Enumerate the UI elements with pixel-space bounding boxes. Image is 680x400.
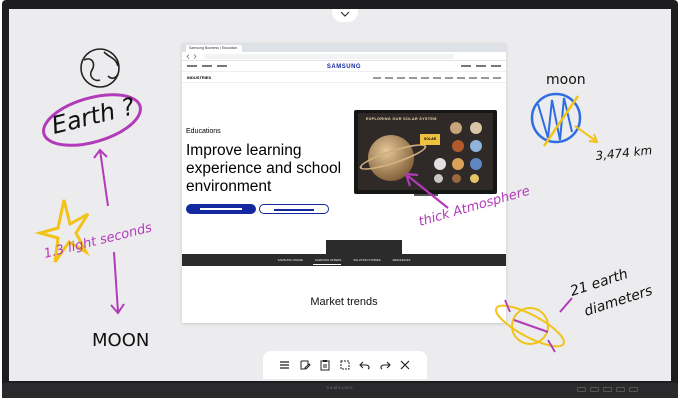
close-button[interactable] xyxy=(399,359,412,372)
band-link[interactable]: SOLUTION STORIES xyxy=(353,258,380,262)
solar-system-screen: EXPLORING OUR SOLAR SYSTEM SOLAR xyxy=(358,113,493,190)
industries-subnav: INDUSTRIES xyxy=(182,72,506,83)
url-field[interactable] xyxy=(204,54,454,59)
band-link[interactable]: RESOURCES xyxy=(393,258,411,262)
select-icon xyxy=(340,360,350,370)
pen-toolbar xyxy=(263,351,427,379)
primary-cta-button[interactable] xyxy=(186,204,256,214)
band-link-underline xyxy=(313,264,341,265)
redo-icon xyxy=(380,361,392,370)
chevron-down-icon xyxy=(340,11,350,17)
nav-arrows-icon[interactable] xyxy=(186,54,200,59)
browser-window[interactable]: Samsung Business | Education SAMSUNG IND… xyxy=(182,43,506,323)
subnav-label[interactable]: INDUSTRIES xyxy=(187,75,211,80)
display-bottom-strip: SAMSUNG xyxy=(2,383,678,398)
secondary-cta-button[interactable] xyxy=(259,204,329,214)
select-button[interactable] xyxy=(339,359,352,372)
section-title: Market trends xyxy=(310,296,378,308)
undo-button[interactable] xyxy=(359,359,372,372)
paste-button[interactable] xyxy=(318,359,331,372)
undo-icon xyxy=(359,361,370,370)
browser-tab[interactable]: Samsung Business | Education xyxy=(186,45,242,52)
samsung-logo[interactable]: SAMSUNG xyxy=(182,64,506,70)
address-bar xyxy=(182,52,506,61)
menu-icon xyxy=(280,361,290,369)
display-product-image: EXPLORING OUR SOLAR SYSTEM SOLAR xyxy=(354,110,497,196)
band-link[interactable]: SAMSUNG OFFERS xyxy=(315,258,341,262)
redo-button[interactable] xyxy=(379,359,392,372)
band-link[interactable]: SAMSUNG ONLINE xyxy=(278,258,303,262)
footer-link-band: SAMSUNG ONLINE SAMSUNG OFFERS SOLUTION S… xyxy=(182,254,506,266)
section-divider xyxy=(326,240,402,254)
nav-right-links[interactable] xyxy=(461,65,501,67)
hero-title: Improve learning experience and school e… xyxy=(186,142,342,195)
browser-tab-bar: Samsung Business | Education xyxy=(182,43,506,52)
close-icon xyxy=(400,360,410,370)
tv-stand xyxy=(414,194,438,196)
clipboard-icon xyxy=(320,360,330,371)
hardware-buttons[interactable] xyxy=(577,387,638,392)
pen-icon xyxy=(300,360,311,370)
hero-category: Educations xyxy=(186,128,221,135)
planet-panel xyxy=(422,116,492,188)
subnav-links[interactable] xyxy=(373,77,501,79)
pen-button[interactable] xyxy=(298,359,311,372)
site-nav: SAMSUNG xyxy=(182,61,506,72)
menu-button[interactable] xyxy=(278,359,291,372)
